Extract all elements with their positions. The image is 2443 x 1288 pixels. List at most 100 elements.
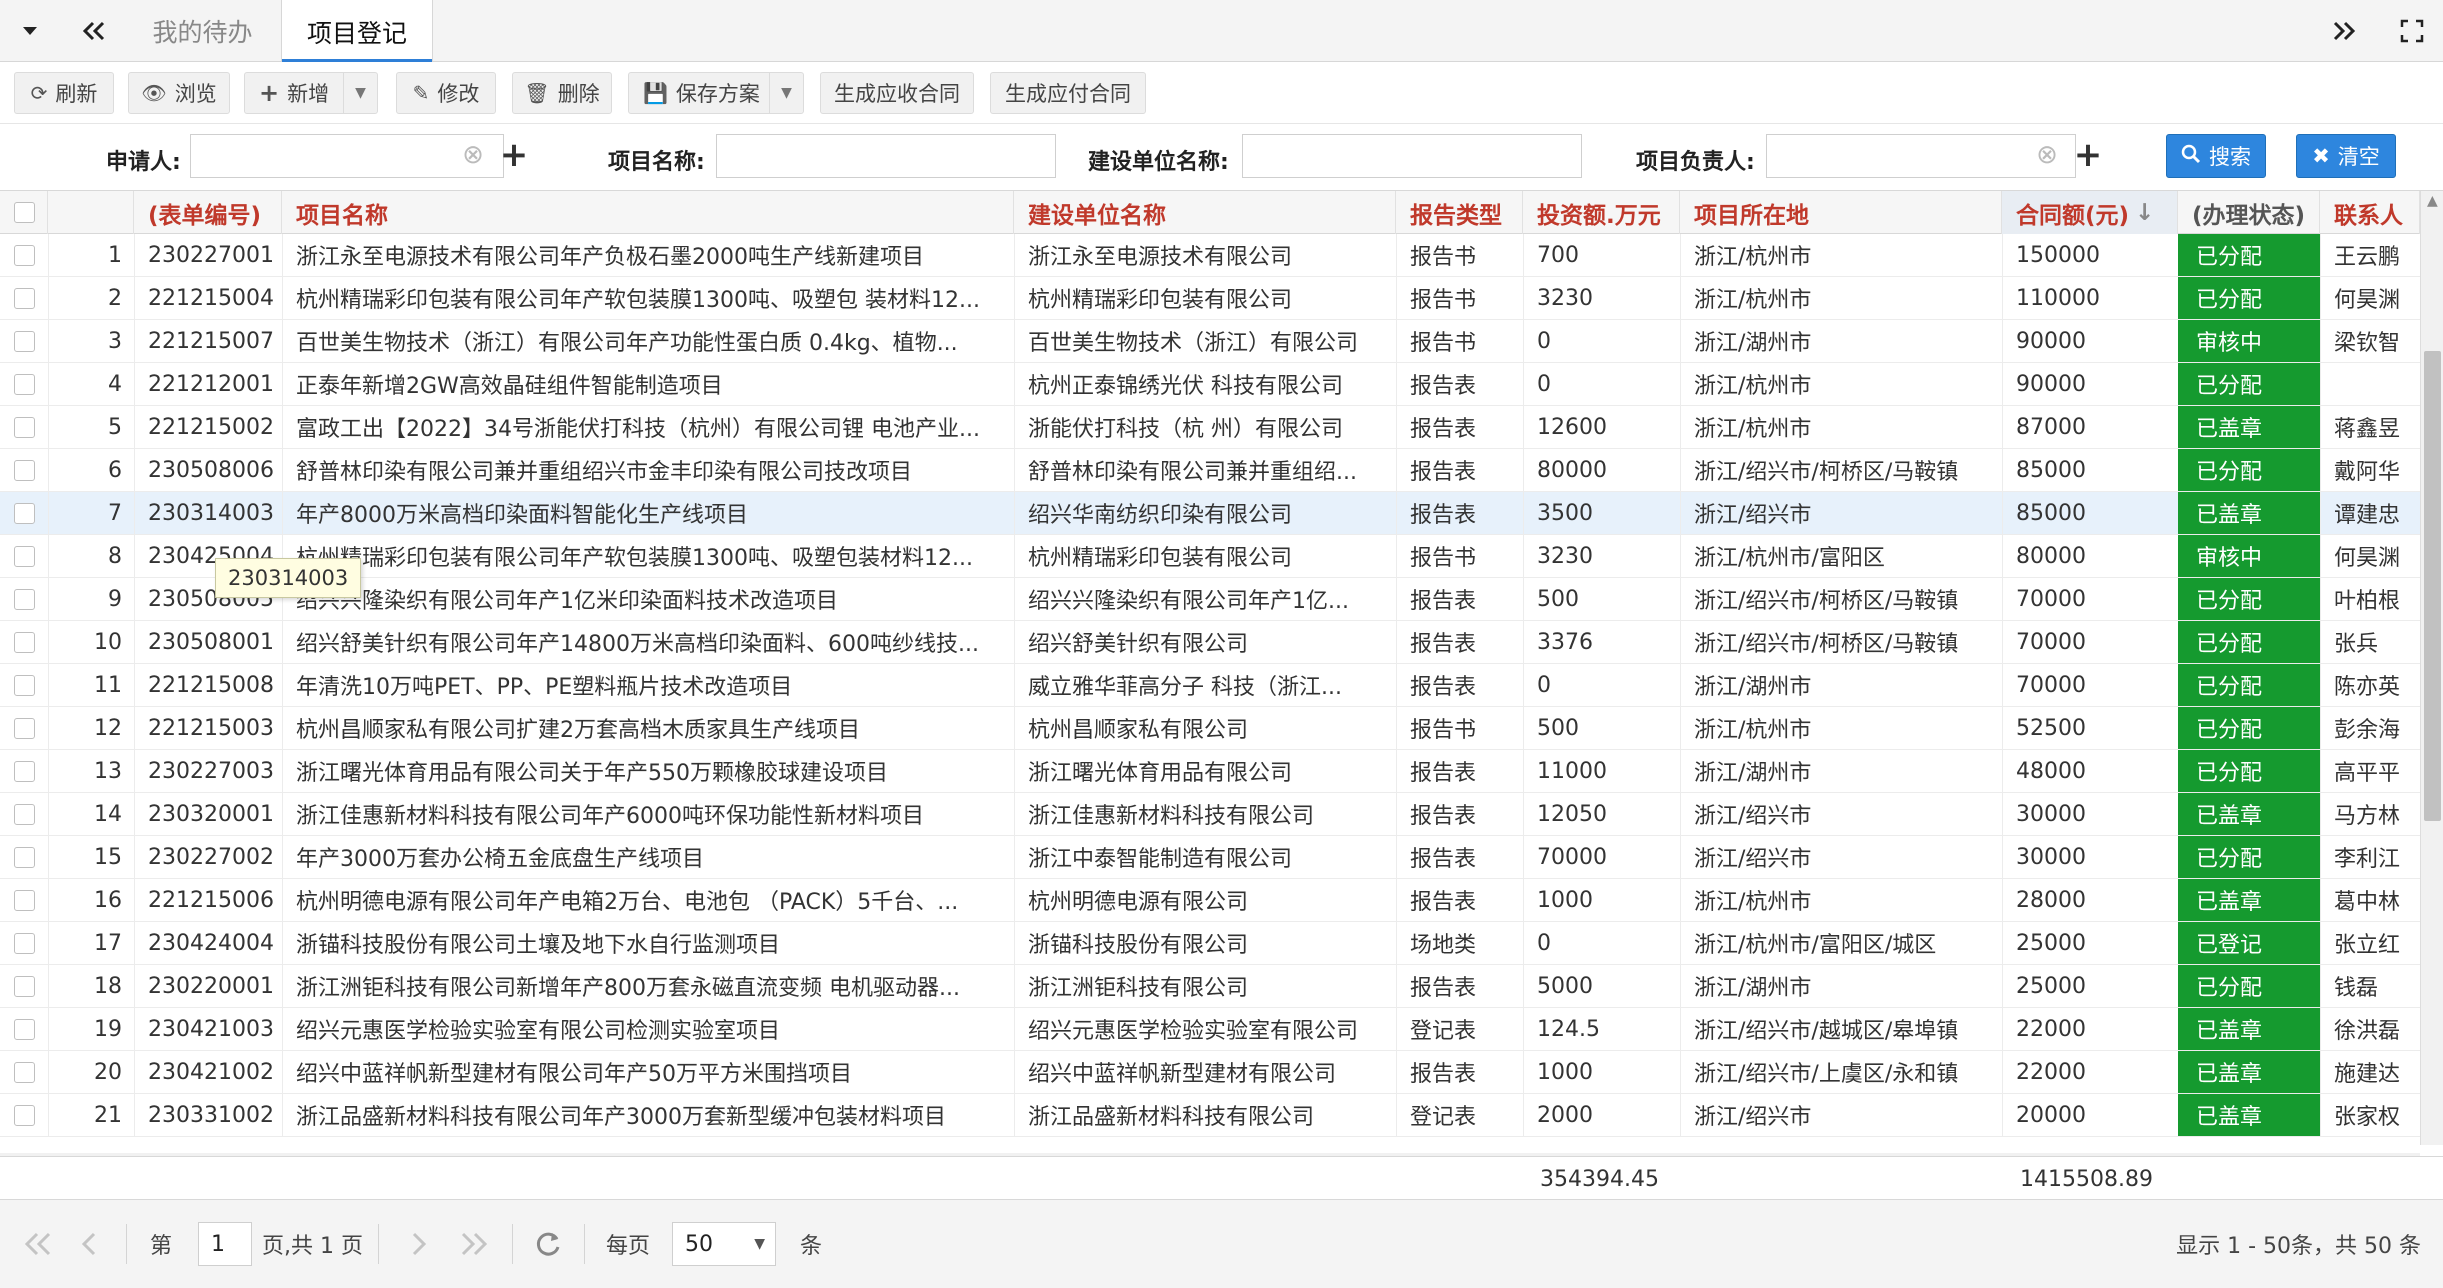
table-row[interactable]: 8 230425004 杭州精瑞彩印包装有限公司年产软包装膜1300吨、吸塑包装材料… — [0, 535, 2420, 578]
project-name-input[interactable] — [716, 134, 1056, 178]
double-chevron-left-icon[interactable] — [72, 0, 116, 62]
table-row[interactable]: 5 221215002 富政工出【2022】34号浙能伏打科技（杭州）有限公司锂 电… — [0, 406, 2420, 449]
save-plan-dropdown-icon[interactable]: ▼ — [769, 73, 803, 113]
table-row[interactable]: 13 230227003 浙江曙光体育用品有限公司关于年产550万颗橡胶球建设项目 浙… — [0, 750, 2420, 793]
row-checkbox[interactable] — [14, 718, 35, 739]
row-checkbox[interactable] — [14, 890, 35, 911]
edit-button[interactable]: ✎ 修改 — [396, 72, 496, 114]
per-page-select[interactable]: 50 ▼ — [672, 1222, 776, 1266]
tab-project-registration[interactable]: 项目登记 — [281, 0, 433, 63]
first-page-icon[interactable] — [18, 1222, 58, 1266]
table-row[interactable]: 19 230421003 绍兴元惠医学检验实验室有限公司检测实验室项目 绍兴元惠医学检… — [0, 1008, 2420, 1051]
delete-button[interactable]: 🗑 删除 — [512, 72, 612, 114]
search-button[interactable]: 搜索 — [2166, 134, 2266, 178]
row-checkbox[interactable] — [14, 288, 35, 309]
clear-circle-icon[interactable]: ⊗ — [2032, 140, 2062, 170]
column-header-contract-amount[interactable]: 合同额(元) ↓ — [2002, 191, 2178, 234]
column-header-report-type[interactable]: 报告类型 — [1396, 191, 1523, 234]
table-row[interactable]: 4 221212001 正泰年新增2GW高效晶硅组件智能制造项目 杭州正泰锦绣光伏 科… — [0, 363, 2420, 406]
browse-button[interactable]: 👁 浏览 — [128, 72, 230, 114]
column-header-contact[interactable]: 联系人 — [2320, 191, 2420, 234]
unit-name-input[interactable] — [1242, 134, 1582, 178]
add-dropdown-icon[interactable]: ▼ — [343, 73, 377, 113]
table-row[interactable]: 10 230508001 绍兴舒美针织有限公司年产14800万米高档印染面料、600… — [0, 621, 2420, 664]
row-checkbox[interactable] — [14, 374, 35, 395]
row-checkbox[interactable] — [14, 933, 35, 954]
page-number-input[interactable]: 1 — [198, 1222, 252, 1266]
row-checkbox[interactable] — [14, 417, 35, 438]
table-row[interactable]: 6 230508006 舒普林印染有限公司兼并重组绍兴市金丰印染有限公司技改项目 舒普… — [0, 449, 2420, 492]
reload-icon[interactable] — [528, 1222, 568, 1266]
refresh-button[interactable]: ⟳ 刷新 — [14, 72, 114, 114]
row-checkbox[interactable] — [14, 546, 35, 567]
row-checkbox[interactable] — [14, 847, 35, 868]
select-all-checkbox[interactable] — [14, 202, 35, 223]
row-checkbox[interactable] — [14, 1019, 35, 1040]
location-cell: 浙江/绍兴市 — [1694, 804, 1812, 829]
next-page-icon[interactable] — [398, 1222, 438, 1266]
row-number-header — [48, 191, 134, 234]
report-type-cell: 登记表 — [1410, 1105, 1477, 1130]
table-row[interactable]: 11 221215008 年清洗10万吨PET、PP、PE塑料瓶片技术改造项目 威立雅… — [0, 664, 2420, 707]
applicant-add-icon[interactable]: + — [496, 135, 532, 175]
clear-circle-icon[interactable]: ⊗ — [458, 140, 488, 170]
clear-button[interactable]: ✖ 清空 — [2296, 134, 2396, 178]
table-row[interactable]: 9 230508005 绍兴兴隆染织有限公司年产1亿米印染面料技术改造项目 绍兴兴隆染… — [0, 578, 2420, 621]
contact-cell: 陈亦英 — [2334, 675, 2401, 700]
row-checkbox[interactable] — [14, 460, 35, 481]
table-row[interactable]: 2 221215004 杭州精瑞彩印包装有限公司年产软包装膜1300吨、吸塑包 装材… — [0, 277, 2420, 320]
chevron-down-icon[interactable] — [10, 0, 50, 62]
row-checkbox[interactable] — [14, 331, 35, 352]
double-chevron-right-icon[interactable] — [2322, 0, 2366, 62]
status-badge: 已分配 — [2178, 449, 2320, 491]
table-row[interactable]: 15 230227002 年产3000万套办公椅五金底盘生产线项目 浙江中泰智能制造有… — [0, 836, 2420, 879]
table-row[interactable]: 14 230320001 浙江佳惠新材料科技有限公司年产6000吨环保功能性新材料项… — [0, 793, 2420, 836]
row-number: 2 — [108, 285, 122, 311]
row-checkbox[interactable] — [14, 1105, 35, 1126]
column-header-investment[interactable]: 投资额.万元 — [1523, 191, 1680, 234]
row-checkbox[interactable] — [14, 589, 35, 610]
tab-my-todo[interactable]: 我的待办 — [130, 0, 275, 62]
row-checkbox[interactable] — [14, 1062, 35, 1083]
last-page-icon[interactable] — [454, 1222, 494, 1266]
row-checkbox[interactable] — [14, 976, 35, 997]
scroll-up-icon[interactable]: ▲ — [2427, 193, 2438, 209]
row-checkbox[interactable] — [14, 761, 35, 782]
table-row[interactable]: 20 230421002 绍兴中蓝祥帆新型建材有限公司年产50万平方米围挡项目 绍兴中… — [0, 1051, 2420, 1094]
row-checkbox[interactable] — [14, 503, 35, 524]
vertical-scrollbar-thumb[interactable] — [2424, 351, 2441, 821]
table-row[interactable]: 3 221215007 百世美生物技术（浙江）有限公司年产功能性蛋白质 0.4kg、… — [0, 320, 2420, 363]
table-row[interactable]: 7 230314003 年产8000万米高档印染面料智能化生产线项目 绍兴华南纺织印染… — [0, 492, 2420, 535]
table-row[interactable]: 17 230424004 浙锚科技股份有限公司土壤及地下水自行监测项目 浙锚科技股份有… — [0, 922, 2420, 965]
row-checkbox[interactable] — [14, 245, 35, 266]
column-header-location[interactable]: 项目所在地 — [1680, 191, 2002, 234]
column-header-status[interactable]: (办理状态) — [2178, 191, 2320, 234]
add-button[interactable]: + 新增 ▼ — [244, 72, 378, 114]
row-checkbox[interactable] — [14, 675, 35, 696]
vertical-scrollbar[interactable]: ▲ — [2420, 191, 2443, 1145]
contract-amount-cell: 52500 — [2016, 715, 2086, 741]
applicant-input[interactable] — [190, 134, 504, 178]
table-row[interactable]: 21 230331002 浙江品盛新材料科技有限公司年产3000万套新型缓冲包装材料… — [0, 1094, 2420, 1137]
column-header-unit-name[interactable]: 建设单位名称 — [1014, 191, 1396, 234]
save-plan-button[interactable]: 💾 保存方案 ▼ — [628, 72, 804, 114]
status-badge: 已分配 — [2178, 621, 2320, 663]
contact-cell: 彭余海 — [2334, 718, 2401, 743]
unit-name-cell: 浙江中泰智能制造有限公司 — [1028, 847, 1293, 872]
unit-name-cell: 浙江洲钜科技有限公司 — [1028, 976, 1249, 1001]
row-checkbox[interactable] — [14, 632, 35, 653]
table-row[interactable]: 16 221215006 杭州明德电源有限公司年产电箱2万台、电池包 （PACK）5… — [0, 879, 2420, 922]
project-manager-input[interactable] — [1766, 134, 2076, 178]
prev-page-icon[interactable] — [70, 1222, 110, 1266]
contract-amount-cell: 20000 — [2016, 1102, 2086, 1128]
table-row[interactable]: 1 230227001 浙江永至电源技术有限公司年产负极石墨2000吨生产线新建项目… — [0, 234, 2420, 277]
table-row[interactable]: 12 221215003 杭州昌顺家私有限公司扩建2万套高档木质家具生产线项目 杭州昌… — [0, 707, 2420, 750]
generate-receivable-contract-button[interactable]: 生成应收合同 — [820, 72, 974, 114]
row-checkbox[interactable] — [14, 804, 35, 825]
column-header-code[interactable]: (表单编号) — [134, 191, 282, 234]
project-manager-add-icon[interactable]: + — [2070, 135, 2106, 175]
generate-payable-contract-button[interactable]: 生成应付合同 — [990, 72, 1146, 114]
fullscreen-icon[interactable] — [2390, 0, 2434, 62]
table-row[interactable]: 18 230220001 浙江洲钜科技有限公司新增年产800万套永磁直流变频 电机驱… — [0, 965, 2420, 1008]
column-header-project-name[interactable]: 项目名称 — [282, 191, 1014, 234]
